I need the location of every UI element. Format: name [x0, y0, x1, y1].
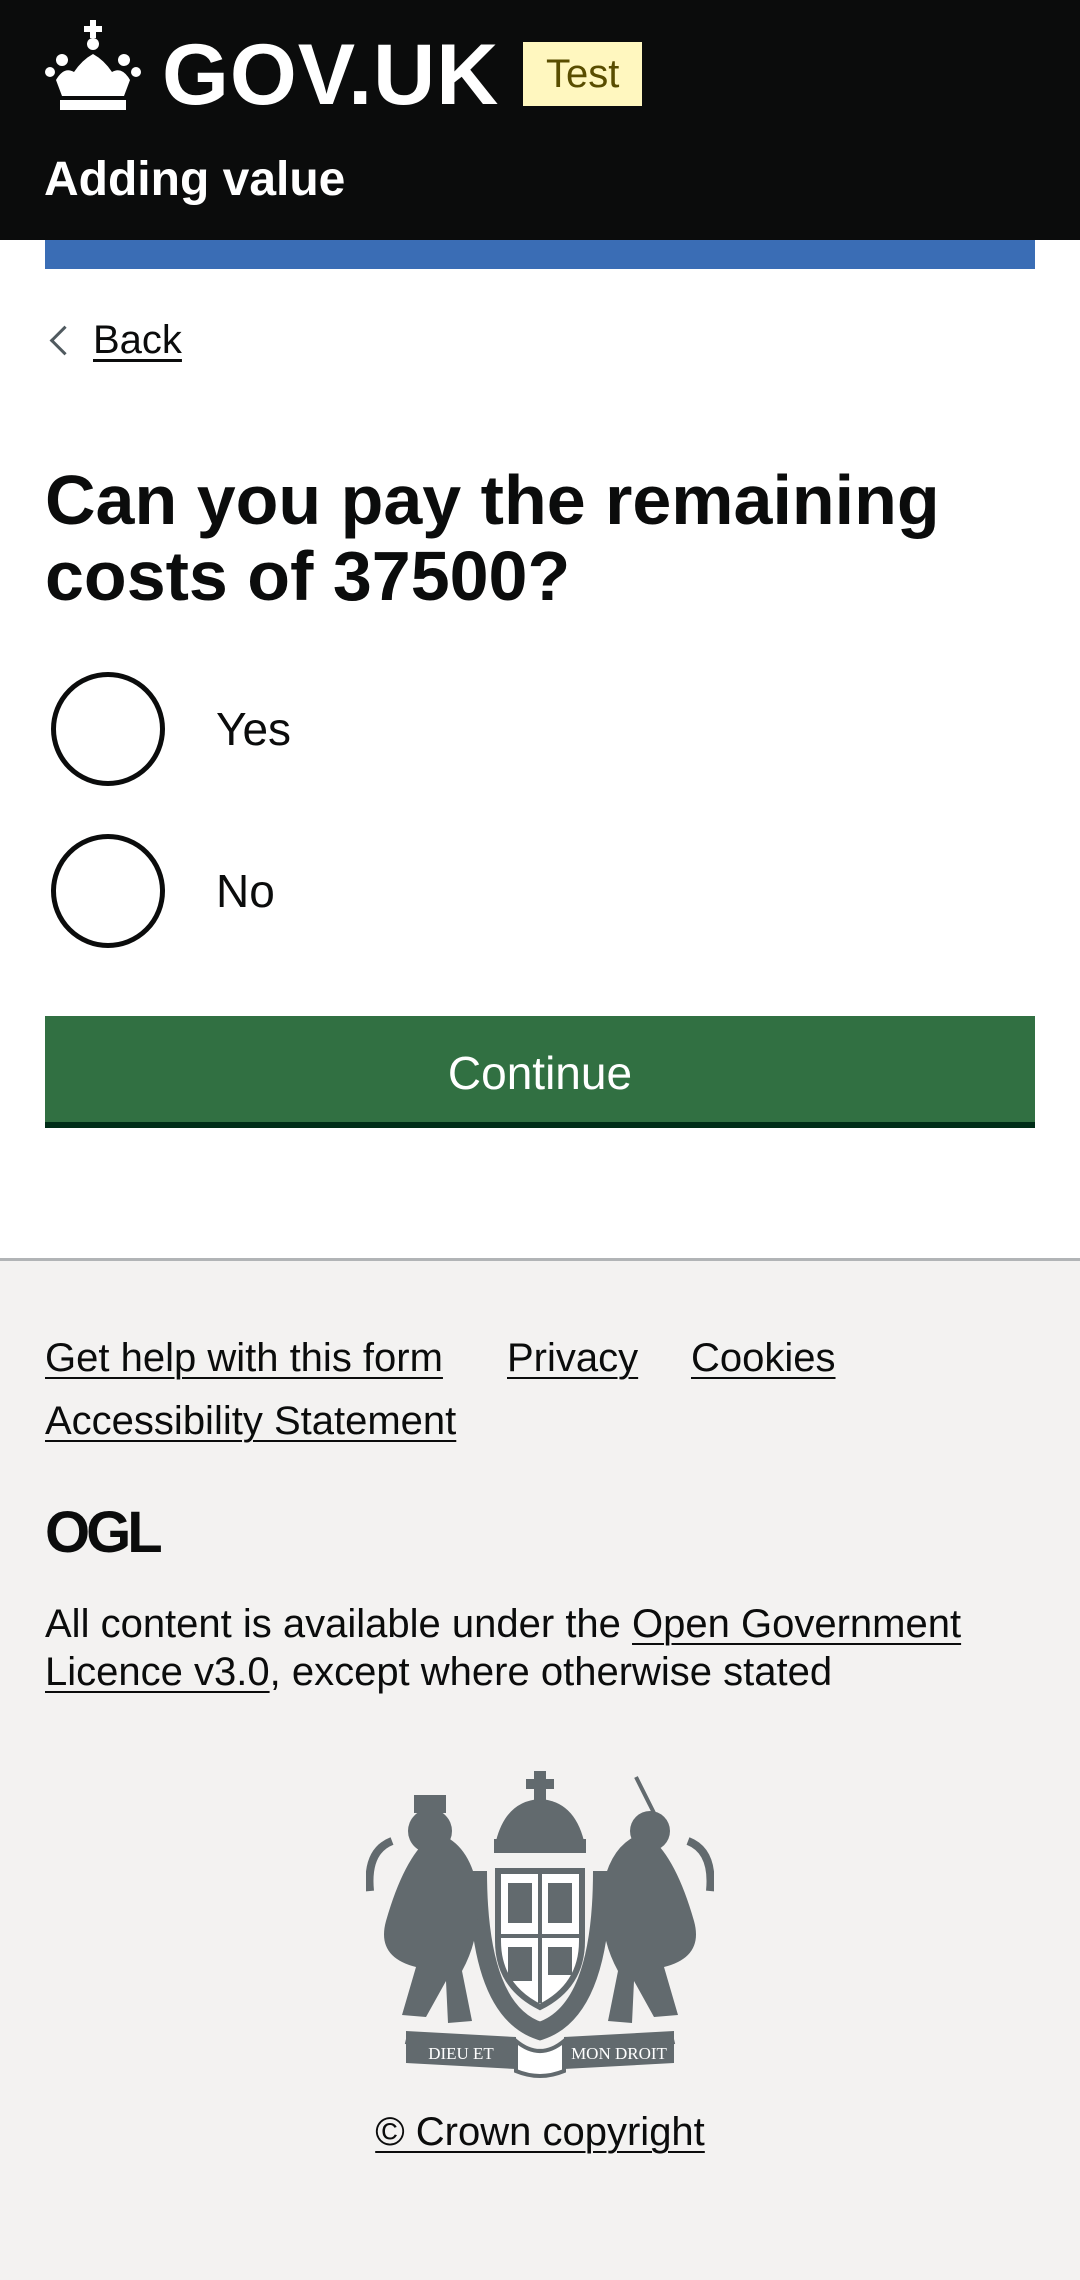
crown-icon — [45, 20, 141, 110]
site-header: GOV.UK Test Adding value — [0, 0, 1080, 240]
royal-coat-of-arms-icon: DIEU ET MON DROIT — [366, 1771, 714, 2078]
header-accent-bar — [45, 240, 1035, 269]
ogl-logo: OGL — [45, 1506, 165, 1558]
question-heading: Can you pay the remaining costs of 37500… — [45, 461, 940, 615]
radio-label[interactable]: Yes — [216, 702, 291, 756]
footer-link-privacy[interactable]: Privacy — [507, 1333, 638, 1383]
service-name[interactable]: Adding value — [44, 150, 345, 210]
ogl-logo-text: OGL — [45, 1506, 161, 1558]
radio-option-yes[interactable]: Yes — [45, 664, 945, 794]
govuk-logo-link[interactable]: GOV.UK — [162, 20, 499, 130]
chevron-left-icon — [49, 325, 80, 355]
radio-button[interactable] — [51, 672, 165, 786]
footer-link-cookies[interactable]: Cookies — [691, 1333, 836, 1383]
back-link-label: Back — [93, 317, 182, 362]
site-footer: Get help with this form Privacy Cookies … — [0, 1258, 1080, 2280]
radio-option-no[interactable]: No — [45, 826, 945, 956]
licence-suffix: , except where otherwise stated — [269, 1650, 833, 1694]
back-link[interactable]: Back — [46, 310, 182, 370]
radio-label[interactable]: No — [216, 864, 275, 918]
footer-link-accessibility[interactable]: Accessibility Statement — [45, 1396, 456, 1446]
licence-text: All content is available under the Open … — [45, 1600, 1035, 1696]
radio-button[interactable] — [51, 834, 165, 948]
licence-prefix: All content is available under the — [45, 1602, 633, 1646]
phase-tag: Test — [523, 42, 643, 106]
motto-left: DIEU ET — [428, 2044, 494, 2063]
footer-link-help[interactable]: Get help with this form — [45, 1333, 443, 1383]
continue-button[interactable]: Continue — [45, 1016, 1035, 1128]
crown-copyright-link[interactable]: © Crown copyright — [0, 2107, 1080, 2157]
motto-right: MON DROIT — [571, 2044, 667, 2063]
